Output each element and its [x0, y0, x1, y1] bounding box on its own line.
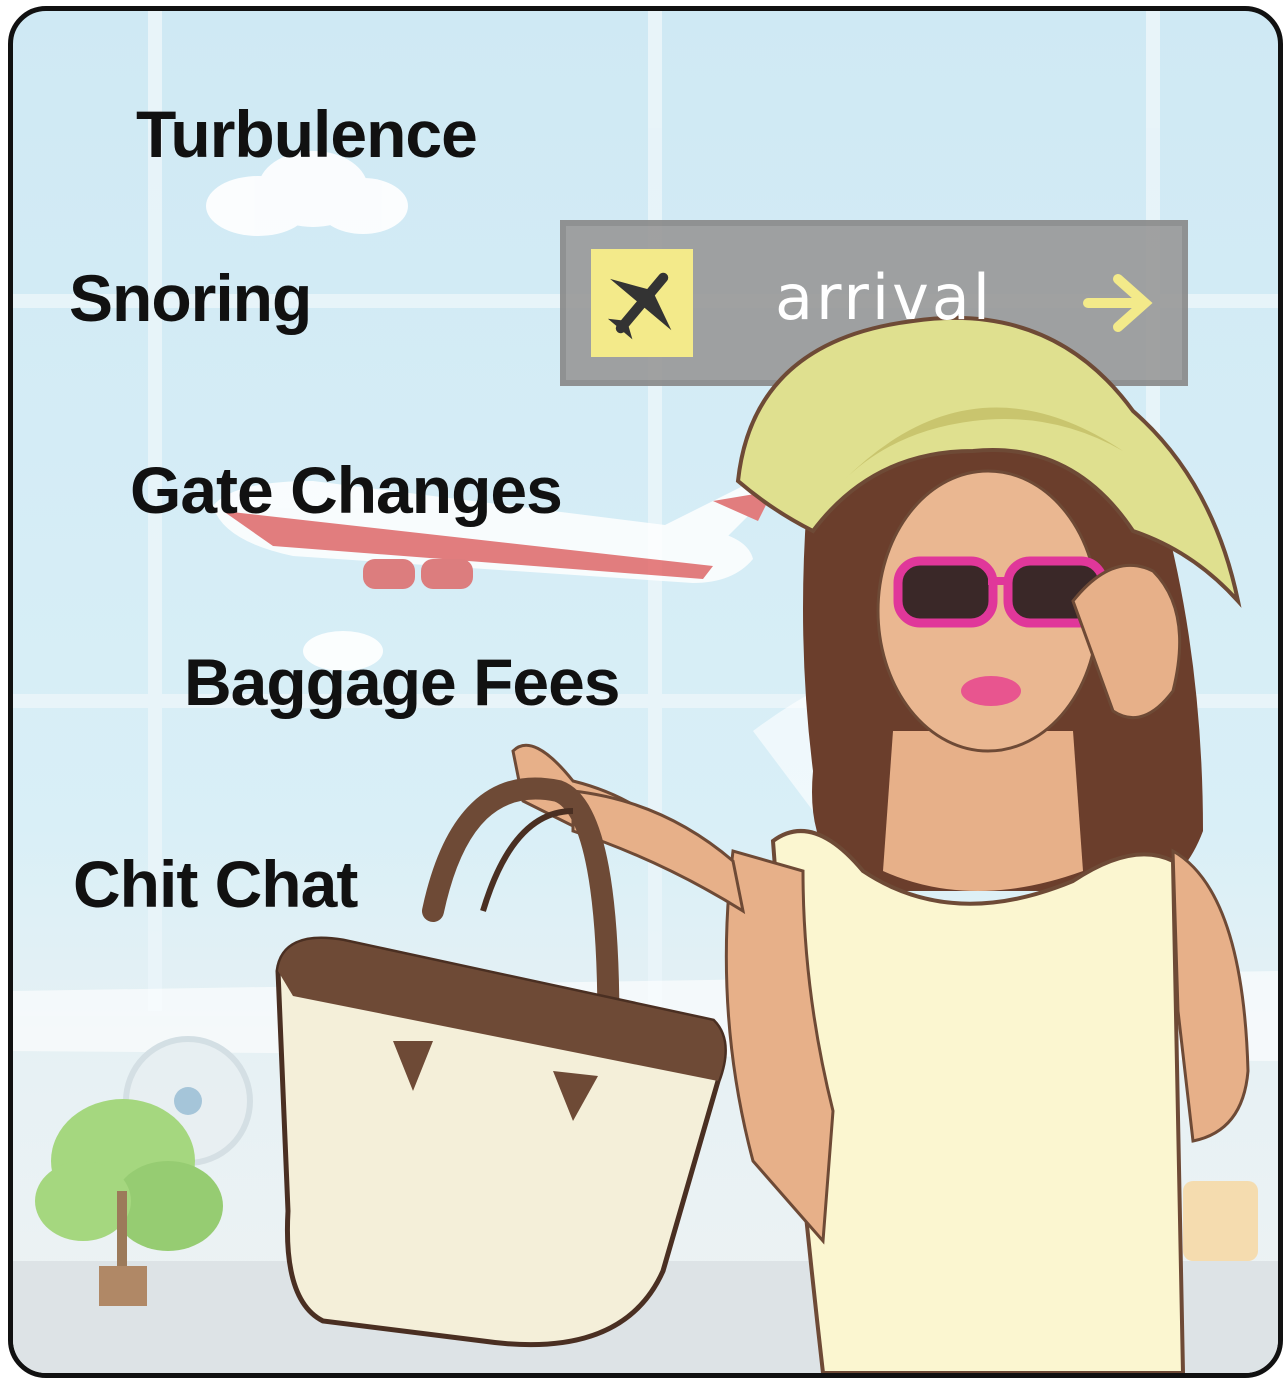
cloud [206, 151, 408, 671]
caption-turbulence: Turbulence [136, 97, 478, 171]
illustration-frame: Turbulence Snoring Gate Changes Baggage … [8, 6, 1283, 1378]
caption-chit-chat: Chit Chat [73, 847, 358, 921]
caption-snoring: Snoring [69, 261, 312, 335]
caption-gate-changes: Gate Changes [130, 453, 563, 527]
caption-baggage-fees: Baggage Fees [184, 645, 620, 719]
lips [961, 676, 1021, 706]
arrival-sign-text: arrival [775, 261, 994, 334]
